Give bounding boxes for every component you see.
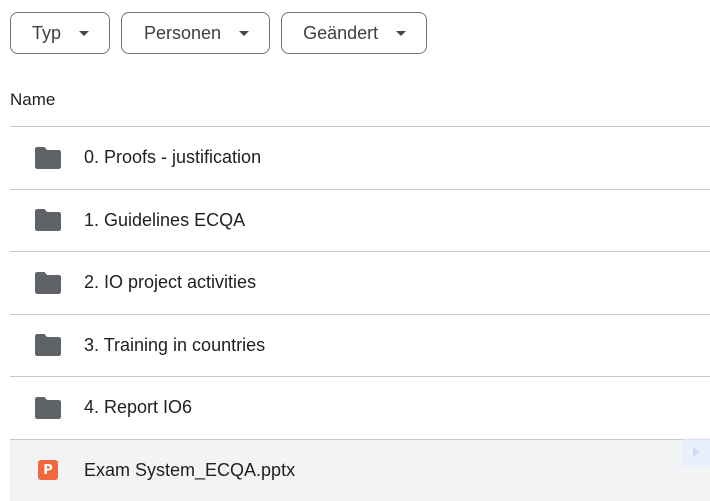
type-filter-label: Typ xyxy=(32,23,61,44)
people-filter-chip[interactable]: Personen xyxy=(121,12,270,54)
folder-icon xyxy=(35,397,61,419)
modified-filter-label: Geändert xyxy=(303,23,378,44)
list-item-folder[interactable]: 0. Proofs - justification xyxy=(10,126,710,189)
list-item-folder[interactable]: 3. Training in countries xyxy=(10,314,710,377)
folder-icon xyxy=(35,147,61,169)
folder-icon xyxy=(35,334,61,356)
list-item-folder[interactable]: 4. Report IO6 xyxy=(10,376,710,439)
caret-down-icon xyxy=(79,31,89,36)
item-name: Exam System_ECQA.pptx xyxy=(84,460,295,481)
caret-down-icon xyxy=(239,31,249,36)
powerpoint-file-icon: P xyxy=(38,460,58,480)
folder-icon xyxy=(35,209,61,231)
item-name: 3. Training in countries xyxy=(84,335,265,356)
folder-icon xyxy=(35,272,61,294)
item-name: 4. Report IO6 xyxy=(84,397,192,418)
list-item-folder[interactable]: 1. Guidelines ECQA xyxy=(10,189,710,252)
modified-filter-chip[interactable]: Geändert xyxy=(281,12,427,54)
name-column-header[interactable]: Name xyxy=(10,90,55,110)
list-item-folder[interactable]: 2. IO project activities xyxy=(10,251,710,314)
filter-bar: Typ Personen Geändert xyxy=(10,12,427,54)
scroll-arrow-icon[interactable] xyxy=(682,438,710,466)
item-name: 1. Guidelines ECQA xyxy=(84,210,245,231)
file-list: 0. Proofs - justification 1. Guidelines … xyxy=(10,126,710,501)
item-name: 2. IO project activities xyxy=(84,272,256,293)
people-filter-label: Personen xyxy=(144,23,221,44)
caret-down-icon xyxy=(396,31,406,36)
type-filter-chip[interactable]: Typ xyxy=(10,12,110,54)
item-name: 0. Proofs - justification xyxy=(84,147,261,168)
